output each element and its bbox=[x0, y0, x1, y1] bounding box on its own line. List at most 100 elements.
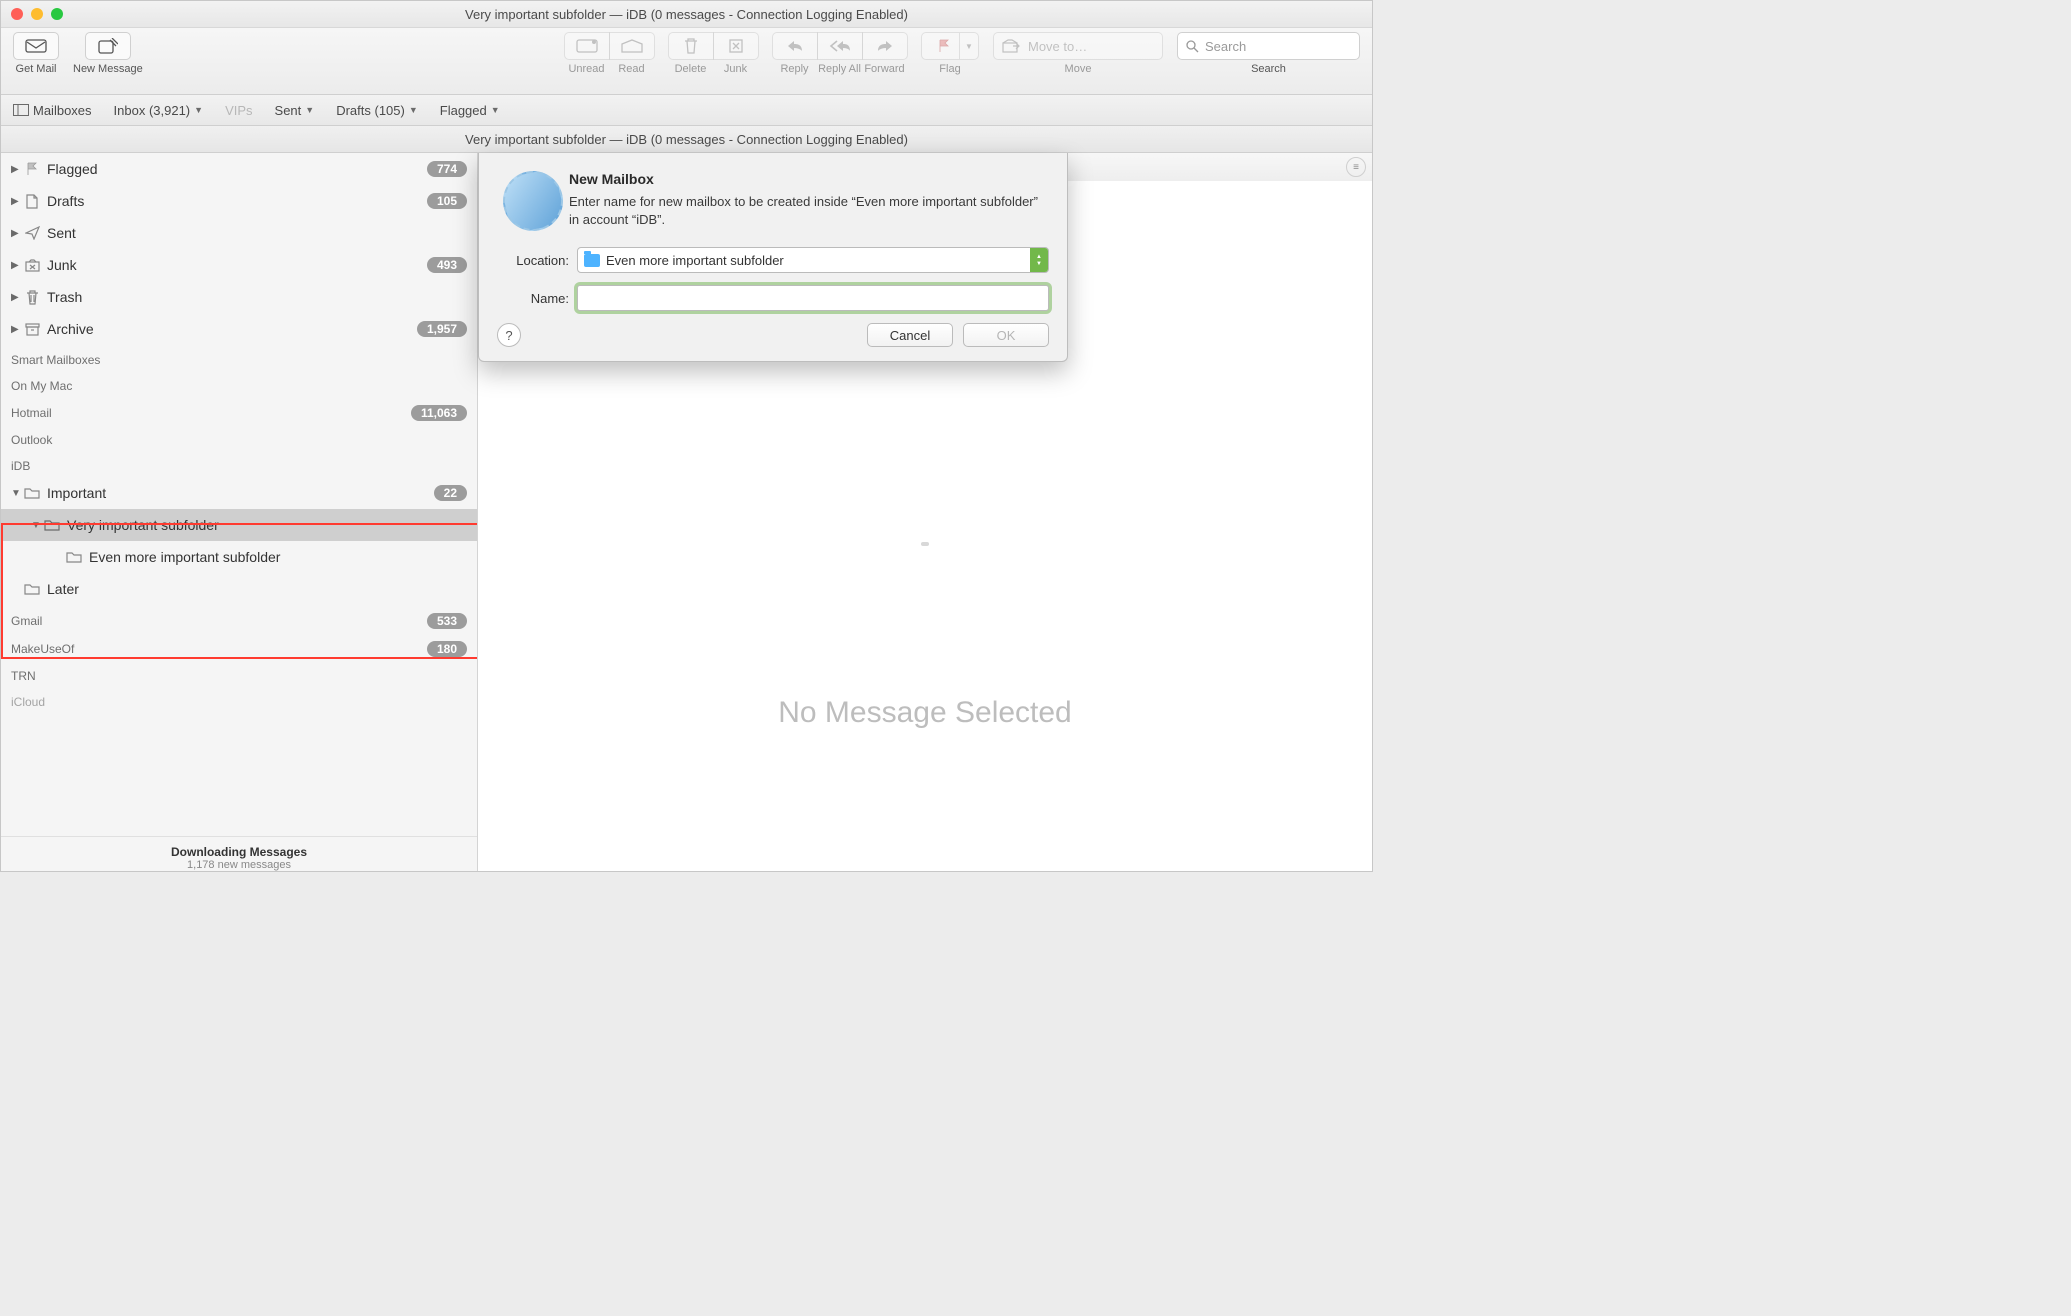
forward-button[interactable]: Forward bbox=[862, 32, 907, 75]
favorites-sent[interactable]: Sent▼ bbox=[275, 103, 315, 118]
disclosure-triangle-icon[interactable]: ▼ bbox=[11, 488, 23, 499]
reply-all-icon bbox=[829, 39, 851, 53]
envelope-open-icon bbox=[621, 39, 643, 53]
sidebar-archive[interactable]: ▶ Archive 1,957 bbox=[1, 313, 477, 345]
new-message-button[interactable]: New Message bbox=[73, 32, 143, 75]
junk-button[interactable]: Junk bbox=[713, 32, 758, 75]
favorites-drafts[interactable]: Drafts (105)▼ bbox=[336, 103, 418, 118]
name-input[interactable] bbox=[577, 285, 1049, 311]
chevron-down-icon: ▼ bbox=[305, 105, 314, 115]
flag-dropdown[interactable]: ▼ bbox=[959, 33, 978, 59]
sidebar-status: Downloading Messages 1,178 new messages bbox=[1, 836, 477, 872]
sidebar-section-gmail[interactable]: Gmail 533 bbox=[1, 605, 477, 633]
disclosure-triangle-icon[interactable]: ▶ bbox=[11, 292, 23, 303]
read-button[interactable]: Read bbox=[609, 32, 654, 75]
mail-stamp-icon bbox=[497, 165, 568, 236]
count-badge: 1,957 bbox=[417, 321, 467, 337]
move-to-button[interactable]: Move to… Move bbox=[993, 32, 1163, 75]
dialog-title: New Mailbox bbox=[569, 171, 1049, 187]
sidebar-idb-important[interactable]: ▼ Important 22 bbox=[1, 477, 477, 509]
flag-icon bbox=[23, 160, 41, 178]
stepper-arrows-icon: ▲▼ bbox=[1030, 248, 1048, 272]
sidebar-trash[interactable]: ▶ Trash bbox=[1, 281, 477, 313]
sidebar: ▶ Flagged 774 ▶ Drafts 105 ▶ Sent ▶ Junk… bbox=[1, 153, 478, 872]
sidebar-toggle-icon bbox=[13, 104, 29, 116]
disclosure-triangle-icon[interactable]: ▶ bbox=[11, 324, 23, 335]
envelope-dot-icon bbox=[576, 39, 598, 53]
folder-icon bbox=[23, 580, 41, 598]
folder-icon bbox=[23, 484, 41, 502]
sidebar-drafts[interactable]: ▶ Drafts 105 bbox=[1, 185, 477, 217]
reply-group: Reply Reply All Forward bbox=[772, 32, 907, 75]
empty-state: No Message Selected bbox=[478, 547, 1372, 872]
zoom-window-button[interactable] bbox=[51, 8, 63, 20]
favorites-mailboxes[interactable]: Mailboxes bbox=[13, 103, 92, 118]
count-badge: 774 bbox=[427, 161, 467, 177]
count-badge: 105 bbox=[427, 193, 467, 209]
delete-button[interactable]: Delete bbox=[668, 32, 713, 75]
sidebar-idb-even-more[interactable]: Even more important subfolder bbox=[1, 541, 477, 573]
dialog-app-icon bbox=[497, 171, 569, 231]
flag-button[interactable]: ▼ Flag bbox=[921, 32, 979, 75]
trash-icon bbox=[683, 38, 699, 54]
folder-icon bbox=[65, 548, 83, 566]
ok-button[interactable]: OK bbox=[963, 323, 1049, 347]
sidebar-section-icloud[interactable]: iCloud bbox=[1, 687, 477, 713]
reply-icon bbox=[786, 39, 804, 53]
splitter-handle[interactable] bbox=[921, 542, 929, 546]
chevron-down-icon: ▼ bbox=[965, 42, 973, 51]
move-placeholder-text: Move to… bbox=[1028, 39, 1087, 54]
count-badge: 493 bbox=[427, 257, 467, 273]
window-title: Very important subfolder — iDB (0 messag… bbox=[1, 7, 1372, 22]
location-label: Location: bbox=[497, 253, 569, 268]
reply-button[interactable]: Reply bbox=[772, 32, 817, 75]
sidebar-section-makeuseof[interactable]: MakeUseOf 180 bbox=[1, 633, 477, 661]
trash-icon bbox=[23, 288, 41, 306]
sidebar-section-hotmail[interactable]: Hotmail 11,063 bbox=[1, 397, 477, 425]
sidebar-section-idb[interactable]: iDB bbox=[1, 451, 477, 477]
sidebar-section-smart[interactable]: Smart Mailboxes bbox=[1, 345, 477, 371]
body: ▶ Flagged 774 ▶ Drafts 105 ▶ Sent ▶ Junk… bbox=[1, 153, 1372, 872]
sidebar-section-outlook[interactable]: Outlook bbox=[1, 425, 477, 451]
document-icon bbox=[23, 192, 41, 210]
hamburger-icon: ≡ bbox=[1353, 162, 1359, 173]
count-badge: 180 bbox=[427, 641, 467, 657]
help-button[interactable]: ? bbox=[497, 323, 521, 347]
compose-icon bbox=[98, 38, 118, 54]
paper-plane-icon bbox=[23, 224, 41, 242]
favorites-flagged[interactable]: Flagged▼ bbox=[440, 103, 500, 118]
disclosure-triangle-icon[interactable]: ▶ bbox=[11, 260, 23, 271]
sidebar-sent[interactable]: ▶ Sent bbox=[1, 217, 477, 249]
sidebar-idb-later[interactable]: Later bbox=[1, 573, 477, 605]
sidebar-flagged[interactable]: ▶ Flagged 774 bbox=[1, 153, 477, 185]
archive-box-icon bbox=[23, 320, 41, 338]
count-badge: 11,063 bbox=[411, 405, 467, 421]
disclosure-triangle-icon[interactable]: ▶ bbox=[11, 196, 23, 207]
location-select[interactable]: Even more important subfolder ▲▼ bbox=[577, 247, 1049, 273]
sidebar-junk[interactable]: ▶ Junk 493 bbox=[1, 249, 477, 281]
search-input[interactable]: Search bbox=[1177, 32, 1360, 60]
message-pane: ≡ No Message Selected New Mailbox Enter … bbox=[478, 153, 1372, 872]
get-mail-button[interactable]: Get Mail bbox=[13, 32, 59, 75]
minimize-window-button[interactable] bbox=[31, 8, 43, 20]
reply-all-button[interactable]: Reply All bbox=[817, 32, 862, 75]
count-badge: 533 bbox=[427, 613, 467, 629]
window-controls bbox=[1, 8, 63, 20]
list-options-button[interactable]: ≡ bbox=[1346, 157, 1366, 177]
disclosure-triangle-icon[interactable]: ▼ bbox=[31, 520, 43, 531]
chevron-down-icon: ▼ bbox=[491, 105, 500, 115]
dialog-description: Enter name for new mailbox to be created… bbox=[569, 193, 1049, 228]
count-badge: 22 bbox=[434, 485, 467, 501]
sidebar-section-trn[interactable]: TRN bbox=[1, 661, 477, 687]
forward-icon bbox=[876, 39, 894, 53]
disclosure-triangle-icon[interactable]: ▶ bbox=[11, 228, 23, 239]
chevron-down-icon: ▼ bbox=[409, 105, 418, 115]
favorites-inbox[interactable]: Inbox (3,921)▼ bbox=[114, 103, 204, 118]
sidebar-idb-very-important[interactable]: ▼ Very important subfolder bbox=[1, 509, 477, 541]
unread-button[interactable]: Unread bbox=[564, 32, 609, 75]
cancel-button[interactable]: Cancel bbox=[867, 323, 953, 347]
disclosure-triangle-icon[interactable]: ▶ bbox=[11, 164, 23, 175]
close-window-button[interactable] bbox=[11, 8, 23, 20]
favorites-vips[interactable]: VIPs bbox=[225, 103, 252, 118]
sidebar-section-onmymac[interactable]: On My Mac bbox=[1, 371, 477, 397]
